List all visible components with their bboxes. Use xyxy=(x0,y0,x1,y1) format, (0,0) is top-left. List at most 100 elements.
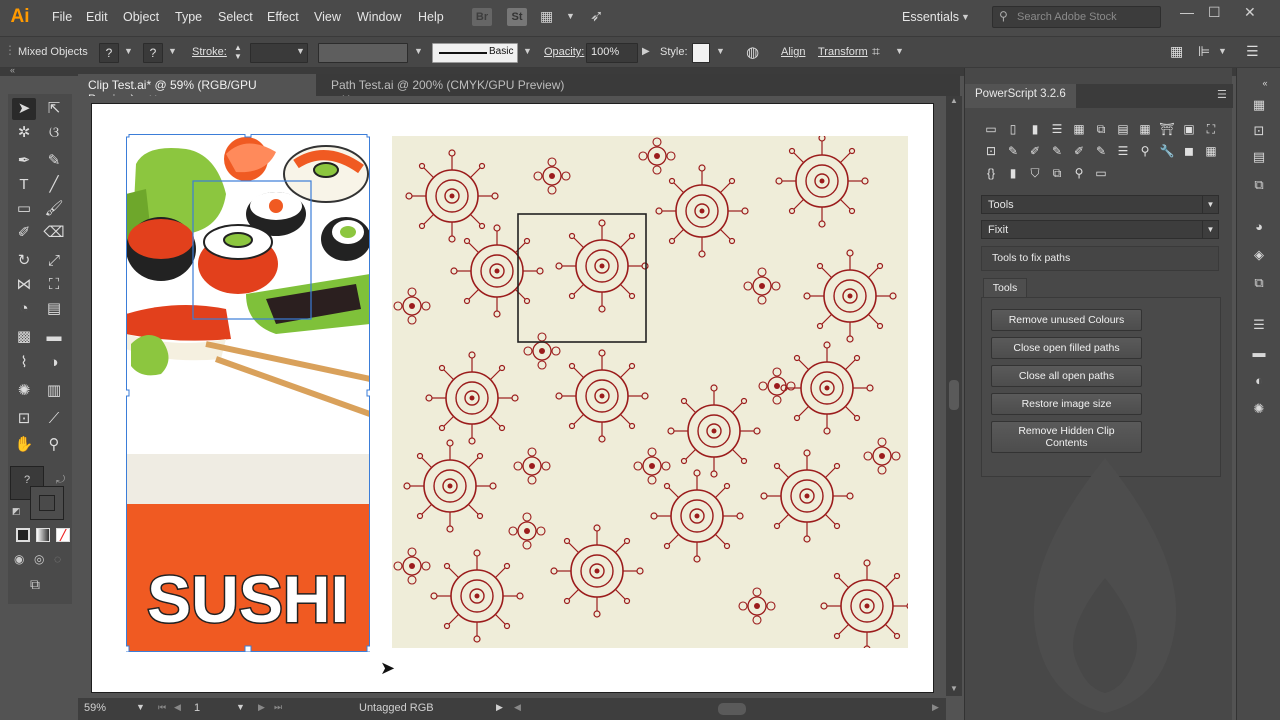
script-icon[interactable]: ✎ xyxy=(1005,144,1021,158)
menu-select[interactable]: Select xyxy=(218,10,253,24)
shape-builder-tool-icon[interactable]: ◔ xyxy=(12,298,36,320)
isolate-icon[interactable]: ⌗ xyxy=(872,43,880,60)
eyedropper-tool-icon[interactable]: ⌇ xyxy=(12,352,36,374)
script-icon[interactable]: ▭ xyxy=(983,122,999,136)
script-icon[interactable]: ⛉ xyxy=(1027,166,1043,180)
opacity-input[interactable]: 100% xyxy=(586,43,638,63)
opacity-label[interactable]: Opacity: xyxy=(544,46,584,58)
gpu-performance-icon[interactable]: ➶ xyxy=(590,6,603,26)
scroll-down-icon[interactable]: ▼ xyxy=(950,684,958,693)
script-icon[interactable]: ⚲ xyxy=(1137,144,1153,158)
direct-selection-tool-icon[interactable]: ⇱ xyxy=(42,98,66,120)
search-input[interactable]: ⚲ Search Adobe Stock xyxy=(992,6,1161,28)
brush-definition[interactable]: Basic xyxy=(432,43,518,63)
script-icon[interactable]: ▣ xyxy=(1181,122,1197,136)
magic-wand-tool-icon[interactable]: ✲ xyxy=(12,122,36,144)
chevron-down-icon[interactable]: ▼ xyxy=(136,702,145,712)
script-icon[interactable]: ▮ xyxy=(1027,122,1043,136)
close-all-open-paths-button[interactable]: Close all open paths xyxy=(991,365,1142,387)
doodle-pattern-artwork[interactable] xyxy=(392,136,908,648)
canvas-area[interactable]: SUSHI ➤ xyxy=(78,96,946,696)
bridge-icon[interactable]: Br xyxy=(472,8,492,26)
chevron-right-icon[interactable]: ▶ xyxy=(642,46,650,57)
color-mode-icon[interactable] xyxy=(16,528,30,542)
tab-clip-test[interactable]: Clip Test.ai* @ 59% (RGB/GPU Preview) ✕ xyxy=(78,74,316,106)
libraries-icon[interactable]: ▤ xyxy=(1249,148,1269,166)
artboard[interactable]: SUSHI xyxy=(91,103,934,693)
transform-link[interactable]: Transform xyxy=(818,46,868,58)
script-icon[interactable]: ⊡ xyxy=(983,144,999,158)
category-select[interactable]: Tools ▼ xyxy=(981,195,1219,214)
close-open-filled-paths-button[interactable]: Close open filled paths xyxy=(991,337,1142,359)
maximize-icon[interactable]: ☐ xyxy=(1208,4,1221,21)
chevron-down-icon[interactable]: ▼ xyxy=(961,12,970,22)
column-graph-tool-icon[interactable]: ▥ xyxy=(42,380,66,402)
script-icon[interactable]: {} xyxy=(983,166,999,180)
chevron-down-icon[interactable]: ▼ xyxy=(236,702,245,712)
graphic-style-swatch[interactable] xyxy=(692,43,710,63)
stock-icon[interactable]: St xyxy=(507,8,527,26)
remove-unused-colours-button[interactable]: Remove unused Colours xyxy=(991,309,1142,331)
script-icon[interactable]: ◼ xyxy=(1181,144,1197,158)
symbol-sprayer-tool-icon[interactable]: ✺ xyxy=(12,380,36,402)
expand-icon[interactable]: « xyxy=(1255,74,1275,92)
first-artboard-icon[interactable]: ⏮ xyxy=(158,702,166,713)
menu-window[interactable]: Window xyxy=(357,10,401,24)
script-icon[interactable]: ✐ xyxy=(1027,144,1043,158)
properties-icon[interactable]: ▦ xyxy=(1249,96,1269,114)
pathfinder-icon[interactable]: ⧉ xyxy=(1249,274,1269,292)
selection-tool-icon[interactable]: ➤ xyxy=(12,98,36,120)
menu-object[interactable]: Object xyxy=(123,10,159,24)
draw-inside-icon[interactable]: ◌ xyxy=(54,552,61,566)
search-icon[interactable]: ⚲ xyxy=(1071,166,1087,180)
width-tool-icon[interactable]: ⋈ xyxy=(12,274,36,296)
chevron-down-icon[interactable]: ▼ xyxy=(168,46,177,56)
menu-edit[interactable]: Edit xyxy=(86,10,108,24)
wrench-icon[interactable]: 🔧 xyxy=(1159,144,1175,158)
menu-effect[interactable]: Effect xyxy=(267,10,299,24)
artboards-icon[interactable]: ⊡ xyxy=(1249,122,1269,140)
sushi-card-artwork[interactable]: SUSHI xyxy=(126,134,370,652)
script-icon[interactable]: ⛩ xyxy=(1159,122,1175,136)
script-icon[interactable]: ✎ xyxy=(1093,144,1109,158)
align-left-icon[interactable]: ⊫ xyxy=(1198,43,1210,60)
scale-tool-icon[interactable]: ⤢ xyxy=(42,250,66,272)
restore-image-size-button[interactable]: Restore image size xyxy=(991,393,1142,415)
align-link[interactable]: Align xyxy=(781,46,805,58)
perspective-grid-tool-icon[interactable]: ▤ xyxy=(42,298,66,320)
script-icon[interactable]: ✎ xyxy=(1049,144,1065,158)
panel-menu-icon[interactable]: ☰ xyxy=(1246,43,1259,60)
workspace-switcher[interactable]: Essentials xyxy=(902,10,959,24)
script-icon[interactable]: ☰ xyxy=(1115,144,1131,158)
chevron-down-icon[interactable]: ▼ xyxy=(124,46,133,56)
script-icon[interactable]: ▮ xyxy=(1005,166,1021,180)
arrange-documents-icon[interactable]: ▦ xyxy=(540,8,558,24)
asset-export-icon[interactable]: ⧉ xyxy=(1249,176,1269,194)
none-mode-icon[interactable]: ╱ xyxy=(56,528,70,542)
curvature-tool-icon[interactable]: ✎ xyxy=(42,150,66,172)
mesh-tool-icon[interactable]: ▩ xyxy=(12,326,36,348)
panel-title[interactable]: PowerScript 3.2.6 xyxy=(965,84,1076,108)
script-icon[interactable]: ⧉ xyxy=(1049,166,1065,180)
arrange-icon[interactable]: ▦ xyxy=(1170,43,1183,60)
fill-swatch[interactable]: ? xyxy=(99,43,119,63)
color-icon[interactable]: ◕ xyxy=(1249,218,1269,236)
transparency-icon[interactable]: ◐ xyxy=(1249,372,1269,390)
next-artboard-icon[interactable]: ▶ xyxy=(258,702,265,713)
paintbrush-tool-icon[interactable]: 🖌 xyxy=(42,198,66,220)
script-icon[interactable]: ⛶ xyxy=(1203,122,1219,136)
menu-help[interactable]: Help xyxy=(418,10,444,24)
script-icon[interactable]: ▤ xyxy=(1115,122,1131,136)
hand-tool-icon[interactable]: ✋ xyxy=(12,434,36,456)
script-icon[interactable]: ☰ xyxy=(1049,122,1065,136)
status-menu-icon[interactable]: ▶ xyxy=(496,702,503,713)
script-icon[interactable]: ⧉ xyxy=(1093,122,1109,136)
chevron-down-icon[interactable]: ▼ xyxy=(566,11,575,21)
rectangle-tool-icon[interactable]: ▭ xyxy=(12,198,36,220)
line-tool-icon[interactable]: ╱ xyxy=(42,174,66,196)
collapse-icon[interactable]: « xyxy=(10,65,15,75)
gradient-mode-icon[interactable] xyxy=(36,528,50,542)
chevron-down-icon[interactable]: ▼ xyxy=(1218,46,1227,56)
script-icon[interactable]: ▦ xyxy=(1203,144,1219,158)
recolor-artwork-icon[interactable]: ◍ xyxy=(746,43,759,61)
